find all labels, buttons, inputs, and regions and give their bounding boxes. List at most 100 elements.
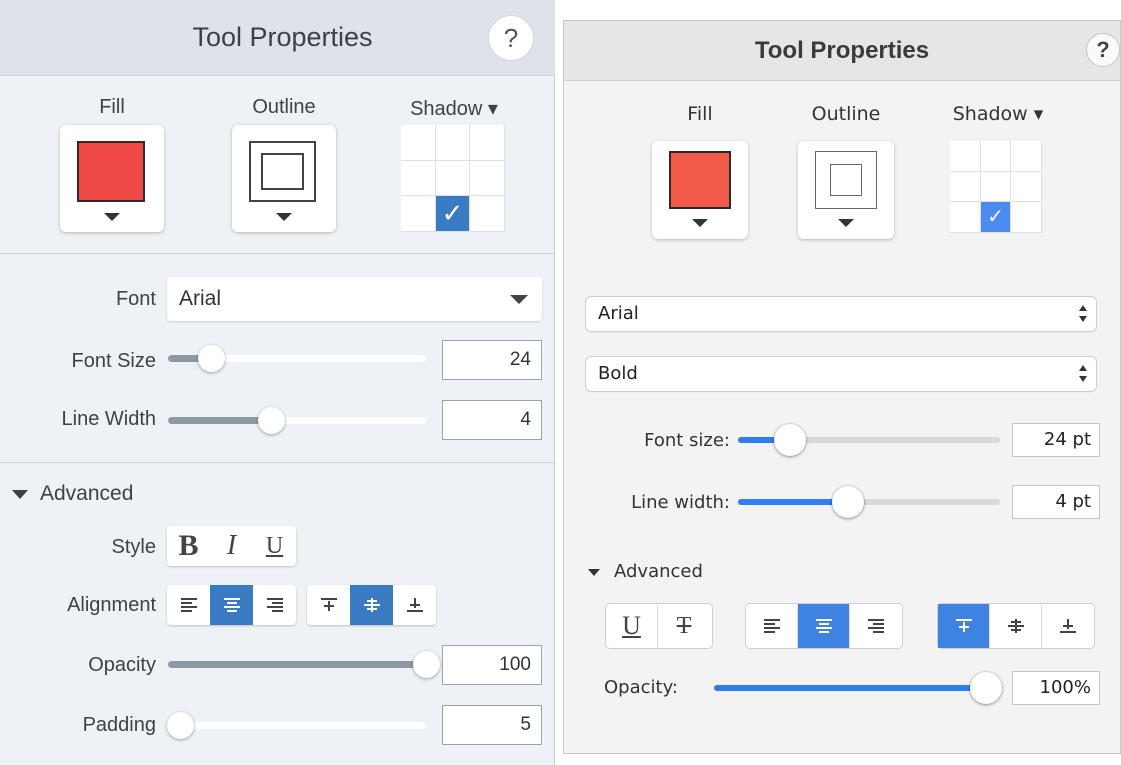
shadow-cell-middle-left[interactable] bbox=[401, 160, 436, 197]
shadow-cell-bottom-left[interactable] bbox=[401, 196, 436, 232]
outline-inner-square bbox=[830, 164, 862, 196]
disclosure-triangle-icon bbox=[12, 489, 28, 499]
section-divider bbox=[0, 462, 555, 463]
horizontal-alignment-group bbox=[167, 585, 296, 625]
advanced-disclosure[interactable]: Advanced bbox=[12, 482, 133, 506]
help-button[interactable]: ? bbox=[1086, 33, 1120, 67]
align-right-button[interactable] bbox=[850, 604, 902, 648]
font-size-slider[interactable] bbox=[168, 345, 426, 372]
align-left-button[interactable] bbox=[746, 604, 798, 648]
shadow-cell-top-left[interactable] bbox=[950, 141, 981, 172]
shadow-direction-grid[interactable]: ✓ bbox=[401, 125, 505, 232]
slider-knob[interactable] bbox=[258, 407, 285, 434]
text-style-group: B I U bbox=[167, 526, 296, 566]
opacity-slider[interactable] bbox=[714, 672, 1002, 704]
shadow-cell-top-right[interactable] bbox=[1011, 141, 1042, 172]
panel-header: Tool Properties ? bbox=[564, 21, 1120, 81]
shadow-cell-middle-center[interactable] bbox=[435, 160, 471, 197]
fill-color-button[interactable] bbox=[652, 141, 748, 239]
outline-color-button[interactable] bbox=[798, 141, 894, 239]
shadow-direction-grid[interactable]: ✓ bbox=[950, 141, 1042, 233]
align-middle-button[interactable] bbox=[990, 604, 1042, 648]
align-center-button[interactable] bbox=[798, 604, 850, 648]
slider-knob[interactable] bbox=[774, 424, 806, 456]
opacity-slider[interactable] bbox=[168, 651, 440, 678]
shadow-cell-middle-center[interactable] bbox=[980, 171, 1012, 202]
fill-label: Fill bbox=[687, 103, 713, 125]
line-width-slider[interactable] bbox=[168, 407, 426, 434]
fill-color-swatch bbox=[77, 141, 145, 202]
shadow-cell-top-left[interactable] bbox=[401, 125, 436, 161]
dropdown-arrow-icon bbox=[692, 219, 708, 227]
opacity-input[interactable]: 100% bbox=[1012, 671, 1100, 705]
align-bottom-button[interactable] bbox=[1042, 604, 1094, 648]
font-label: Font bbox=[115, 288, 156, 310]
checkmark-icon: ✓ bbox=[441, 198, 464, 229]
shadow-label[interactable]: Shadow ▾ bbox=[394, 96, 514, 121]
shadow-cell-top-center[interactable] bbox=[980, 141, 1012, 172]
tool-properties-panel-mac: Tool Properties ? Fill Outline Shadow ▾ … bbox=[563, 20, 1121, 754]
vertical-alignment-group bbox=[938, 604, 1094, 648]
shadow-cell-middle-right[interactable] bbox=[1011, 171, 1042, 202]
align-top-button[interactable] bbox=[307, 585, 350, 625]
padding-slider[interactable] bbox=[167, 712, 426, 739]
outline-swatch bbox=[815, 151, 877, 209]
shadow-cell-top-right[interactable] bbox=[470, 125, 505, 161]
align-left-icon bbox=[763, 618, 780, 633]
font-size-slider[interactable] bbox=[738, 424, 1000, 456]
text-style-group: U T bbox=[606, 604, 712, 648]
strikethrough-button[interactable]: T bbox=[658, 604, 710, 648]
disclosure-triangle-icon bbox=[588, 568, 600, 576]
outline-color-button[interactable] bbox=[232, 125, 336, 232]
align-right-button[interactable] bbox=[253, 585, 296, 625]
font-size-input[interactable]: 24 pt bbox=[1012, 423, 1100, 457]
slider-knob[interactable] bbox=[167, 712, 194, 739]
font-family-popup[interactable]: Arial bbox=[586, 297, 1096, 331]
align-center-icon bbox=[223, 597, 240, 612]
align-right-icon bbox=[868, 618, 884, 633]
line-width-slider[interactable] bbox=[738, 486, 1000, 518]
slider-knob[interactable] bbox=[198, 345, 225, 372]
align-top-button[interactable] bbox=[938, 604, 990, 648]
shadow-cell-top-center[interactable] bbox=[435, 125, 471, 161]
help-button[interactable]: ? bbox=[488, 15, 534, 61]
align-middle-button[interactable] bbox=[350, 585, 393, 625]
opacity-input[interactable]: 100 bbox=[442, 645, 542, 685]
shadow-cell-bottom-right[interactable] bbox=[1011, 202, 1042, 233]
font-select[interactable]: Arial bbox=[167, 277, 542, 321]
slider-knob[interactable] bbox=[970, 672, 1002, 704]
shadow-cell-middle-right[interactable] bbox=[470, 160, 505, 197]
align-center-button[interactable] bbox=[210, 585, 253, 625]
shadow-cell-bottom-center[interactable]: ✓ bbox=[980, 202, 1012, 233]
underline-button[interactable]: U bbox=[253, 526, 296, 566]
align-left-button[interactable] bbox=[167, 585, 210, 625]
advanced-disclosure[interactable]: Advanced bbox=[588, 561, 703, 582]
outline-inner-square bbox=[261, 153, 304, 190]
font-size-input[interactable]: 24 bbox=[442, 340, 542, 380]
tool-properties-panel-windows: Tool Properties ? Fill Outline Shadow ▾ … bbox=[0, 0, 555, 765]
slider-knob[interactable] bbox=[832, 486, 864, 518]
shadow-cell-middle-left[interactable] bbox=[950, 171, 981, 202]
bold-button[interactable]: B bbox=[167, 526, 210, 566]
slider-knob[interactable] bbox=[413, 651, 440, 678]
align-bottom-icon bbox=[1060, 618, 1076, 633]
advanced-label: Advanced bbox=[614, 561, 703, 582]
strikethrough-icon: T bbox=[676, 613, 692, 639]
advanced-label: Advanced bbox=[40, 482, 134, 505]
align-bottom-button[interactable] bbox=[393, 585, 436, 625]
line-width-input[interactable]: 4 pt bbox=[1012, 485, 1100, 519]
fill-color-button[interactable] bbox=[60, 125, 164, 232]
shadow-cell-bottom-left[interactable] bbox=[950, 202, 981, 233]
fill-color-swatch bbox=[669, 151, 731, 209]
shadow-cell-bottom-right[interactable] bbox=[470, 196, 505, 232]
opacity-label: Opacity: bbox=[604, 677, 678, 698]
italic-button[interactable]: I bbox=[210, 526, 253, 566]
shadow-label[interactable]: Shadow ▾ bbox=[938, 103, 1058, 125]
line-width-input[interactable]: 4 bbox=[442, 400, 542, 440]
outline-label: Outline bbox=[811, 103, 881, 125]
padding-input[interactable]: 5 bbox=[442, 705, 542, 745]
dropdown-arrow-icon bbox=[276, 213, 292, 221]
font-weight-popup[interactable]: Bold bbox=[586, 357, 1096, 391]
underline-button[interactable]: U bbox=[606, 604, 658, 648]
shadow-cell-bottom-center[interactable]: ✓ bbox=[435, 196, 471, 232]
